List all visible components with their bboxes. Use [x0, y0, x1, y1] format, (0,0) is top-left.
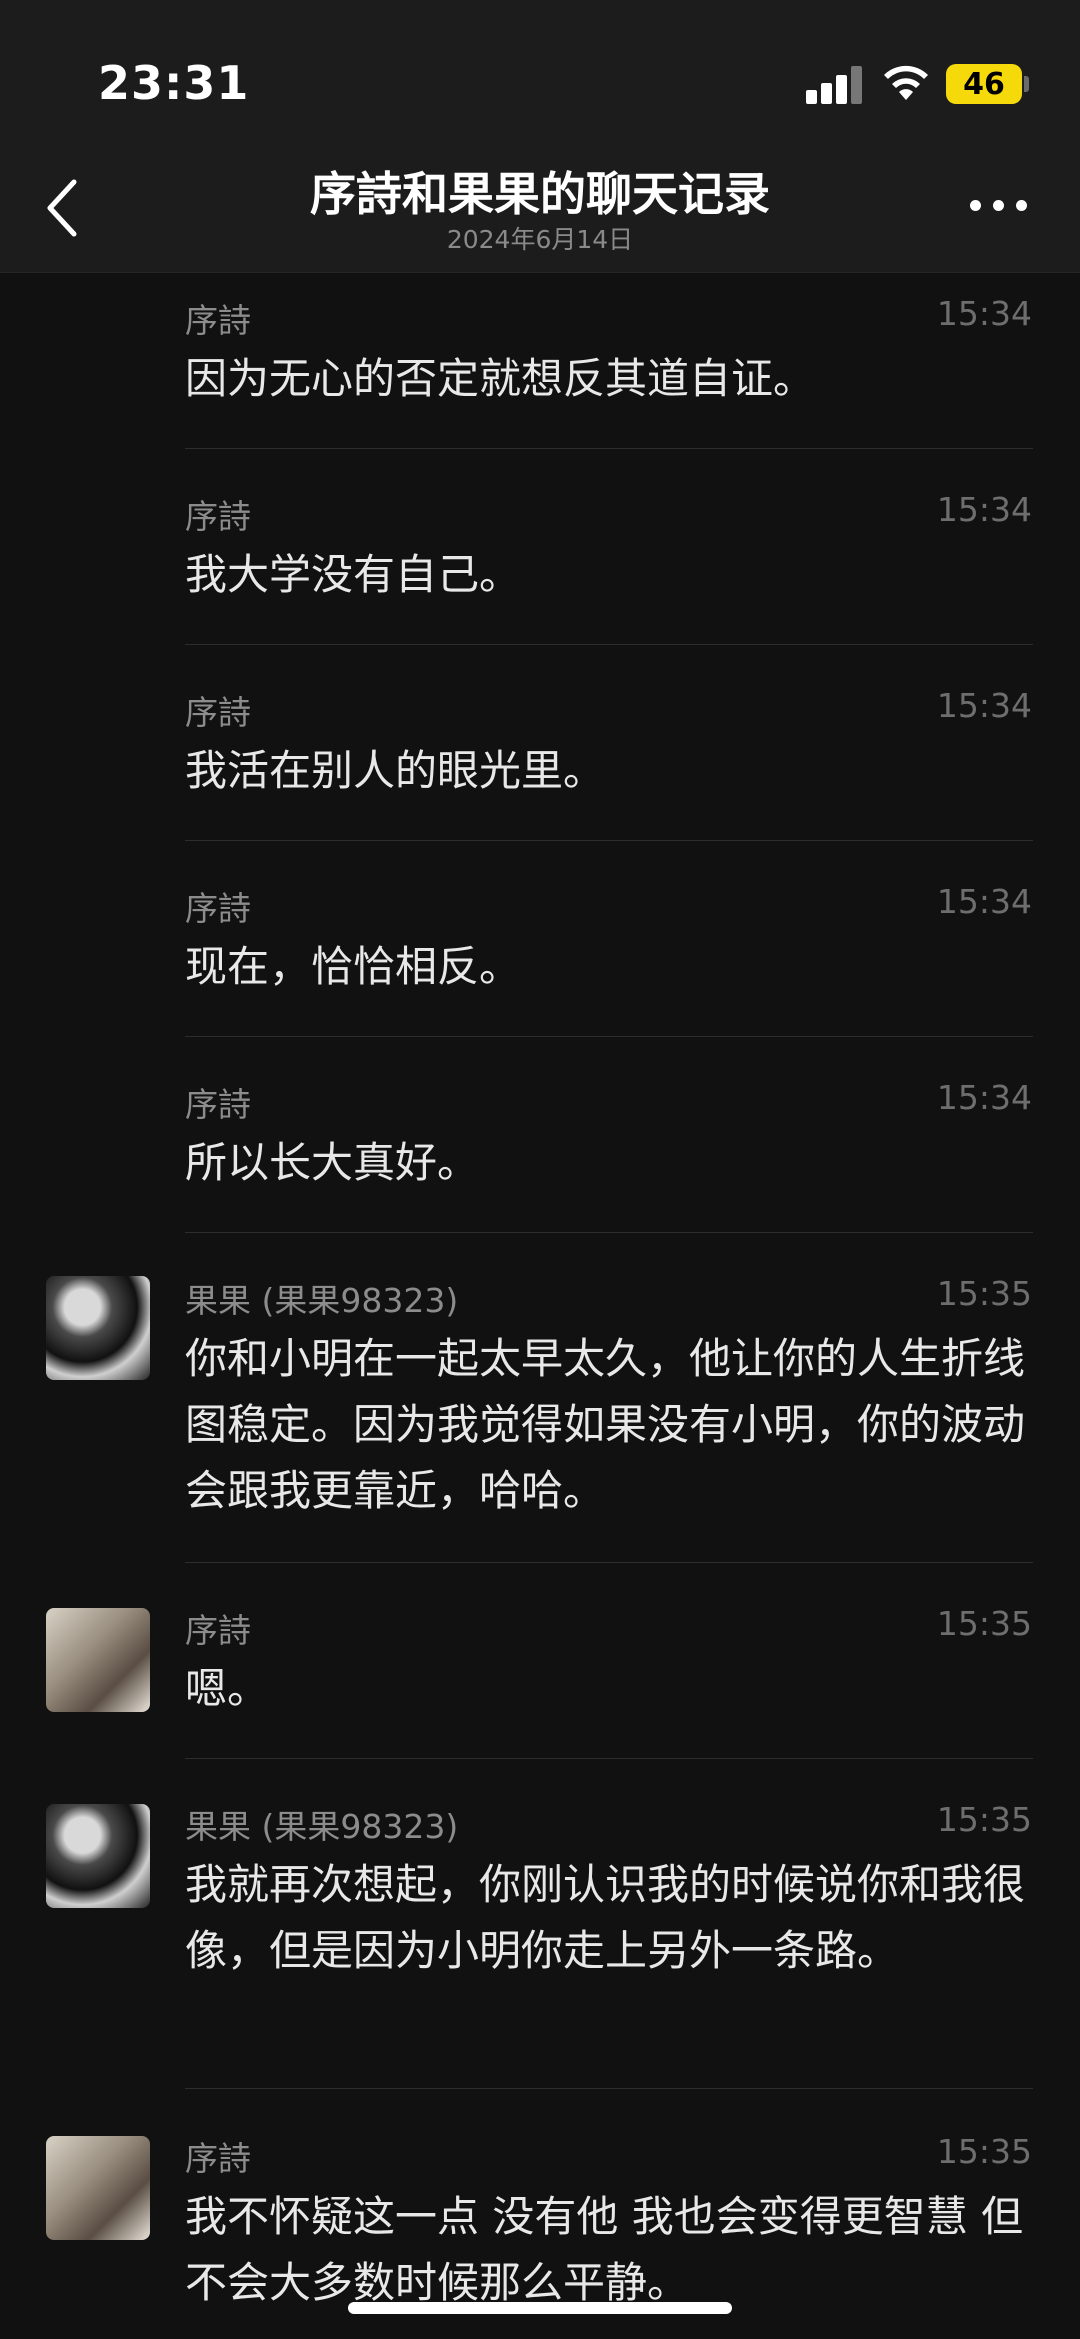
message-sender: 序詩 — [185, 1085, 251, 1124]
message-time: 15:35 — [936, 1800, 1032, 1839]
home-indicator[interactable] — [348, 2302, 732, 2314]
more-options-icon[interactable] — [970, 198, 1028, 214]
message-sender: 序詩 — [185, 889, 251, 928]
chat-history-screen: 23:31 46 序詩和果果的聊天记录 2024年6月14日 序詩 15:34 … — [0, 0, 1080, 2339]
message-text: 因为无心的否定就想反其道自证。 — [185, 354, 816, 403]
avatar[interactable] — [46, 1276, 150, 1380]
message-time: 15:34 — [936, 1078, 1032, 1117]
message-sender: 序詩 — [185, 1611, 251, 1650]
message-time: 15:35 — [936, 1604, 1032, 1643]
message-time: 15:34 — [936, 686, 1032, 725]
cellular-signal-icon — [806, 66, 864, 104]
page-title: 序詩和果果的聊天记录 — [310, 167, 770, 221]
message-divider — [185, 1758, 1033, 1759]
message-time: 15:35 — [936, 2132, 1032, 2171]
message-text: 所以长大真好。 — [185, 1138, 480, 1187]
battery-icon: 46 — [946, 64, 1022, 104]
avatar[interactable] — [46, 1608, 150, 1712]
message-text: 你和小明在一起太早太久，他让你的人生折线图稳定。因为我觉得如果没有小明，你的波动… — [185, 1334, 1026, 1515]
message-divider — [185, 1232, 1033, 1233]
message-divider — [185, 840, 1033, 841]
avatar[interactable] — [46, 1804, 150, 1908]
message-divider — [185, 1562, 1033, 1563]
message-text: 我大学没有自己。 — [185, 550, 522, 599]
message-divider — [185, 448, 1033, 449]
message-sender: 序詩 — [185, 301, 251, 340]
message-sender: 序詩 — [185, 2139, 251, 2178]
message-text: 我不怀疑这一点 没有他 我也会变得更智慧 但不会大多数时候那么平静。 — [185, 2192, 1024, 2307]
message-divider — [185, 2088, 1033, 2089]
message-time: 15:35 — [936, 1274, 1032, 1313]
message-time: 15:34 — [936, 294, 1032, 333]
message-sender: 果果 (果果98323) — [185, 1807, 459, 1846]
message-text: 嗯。 — [185, 1664, 270, 1713]
message-sender: 果果 (果果98323) — [185, 1281, 459, 1320]
chat-date: 2024年6月14日 — [446, 225, 634, 254]
message-text: 我就再次想起，你刚认识我的时候说你和我很像，但是因为小明你走上另外一条路。 — [185, 1860, 1026, 1975]
status-time: 23:31 — [98, 56, 250, 110]
message-sender: 序詩 — [185, 497, 251, 536]
battery-tip — [1024, 76, 1029, 92]
message-text: 我活在别人的眼光里。 — [185, 746, 606, 795]
wifi-icon — [884, 65, 928, 100]
message-divider — [185, 1036, 1033, 1037]
avatar[interactable] — [46, 2136, 150, 2240]
message-time: 15:34 — [936, 882, 1032, 921]
message-divider — [185, 644, 1033, 645]
message-text: 现在，恰恰相反。 — [185, 942, 522, 991]
message-time: 15:34 — [936, 490, 1032, 529]
message-sender: 序詩 — [185, 693, 251, 732]
nav-header: 23:31 46 序詩和果果的聊天记录 2024年6月14日 — [0, 0, 1080, 273]
